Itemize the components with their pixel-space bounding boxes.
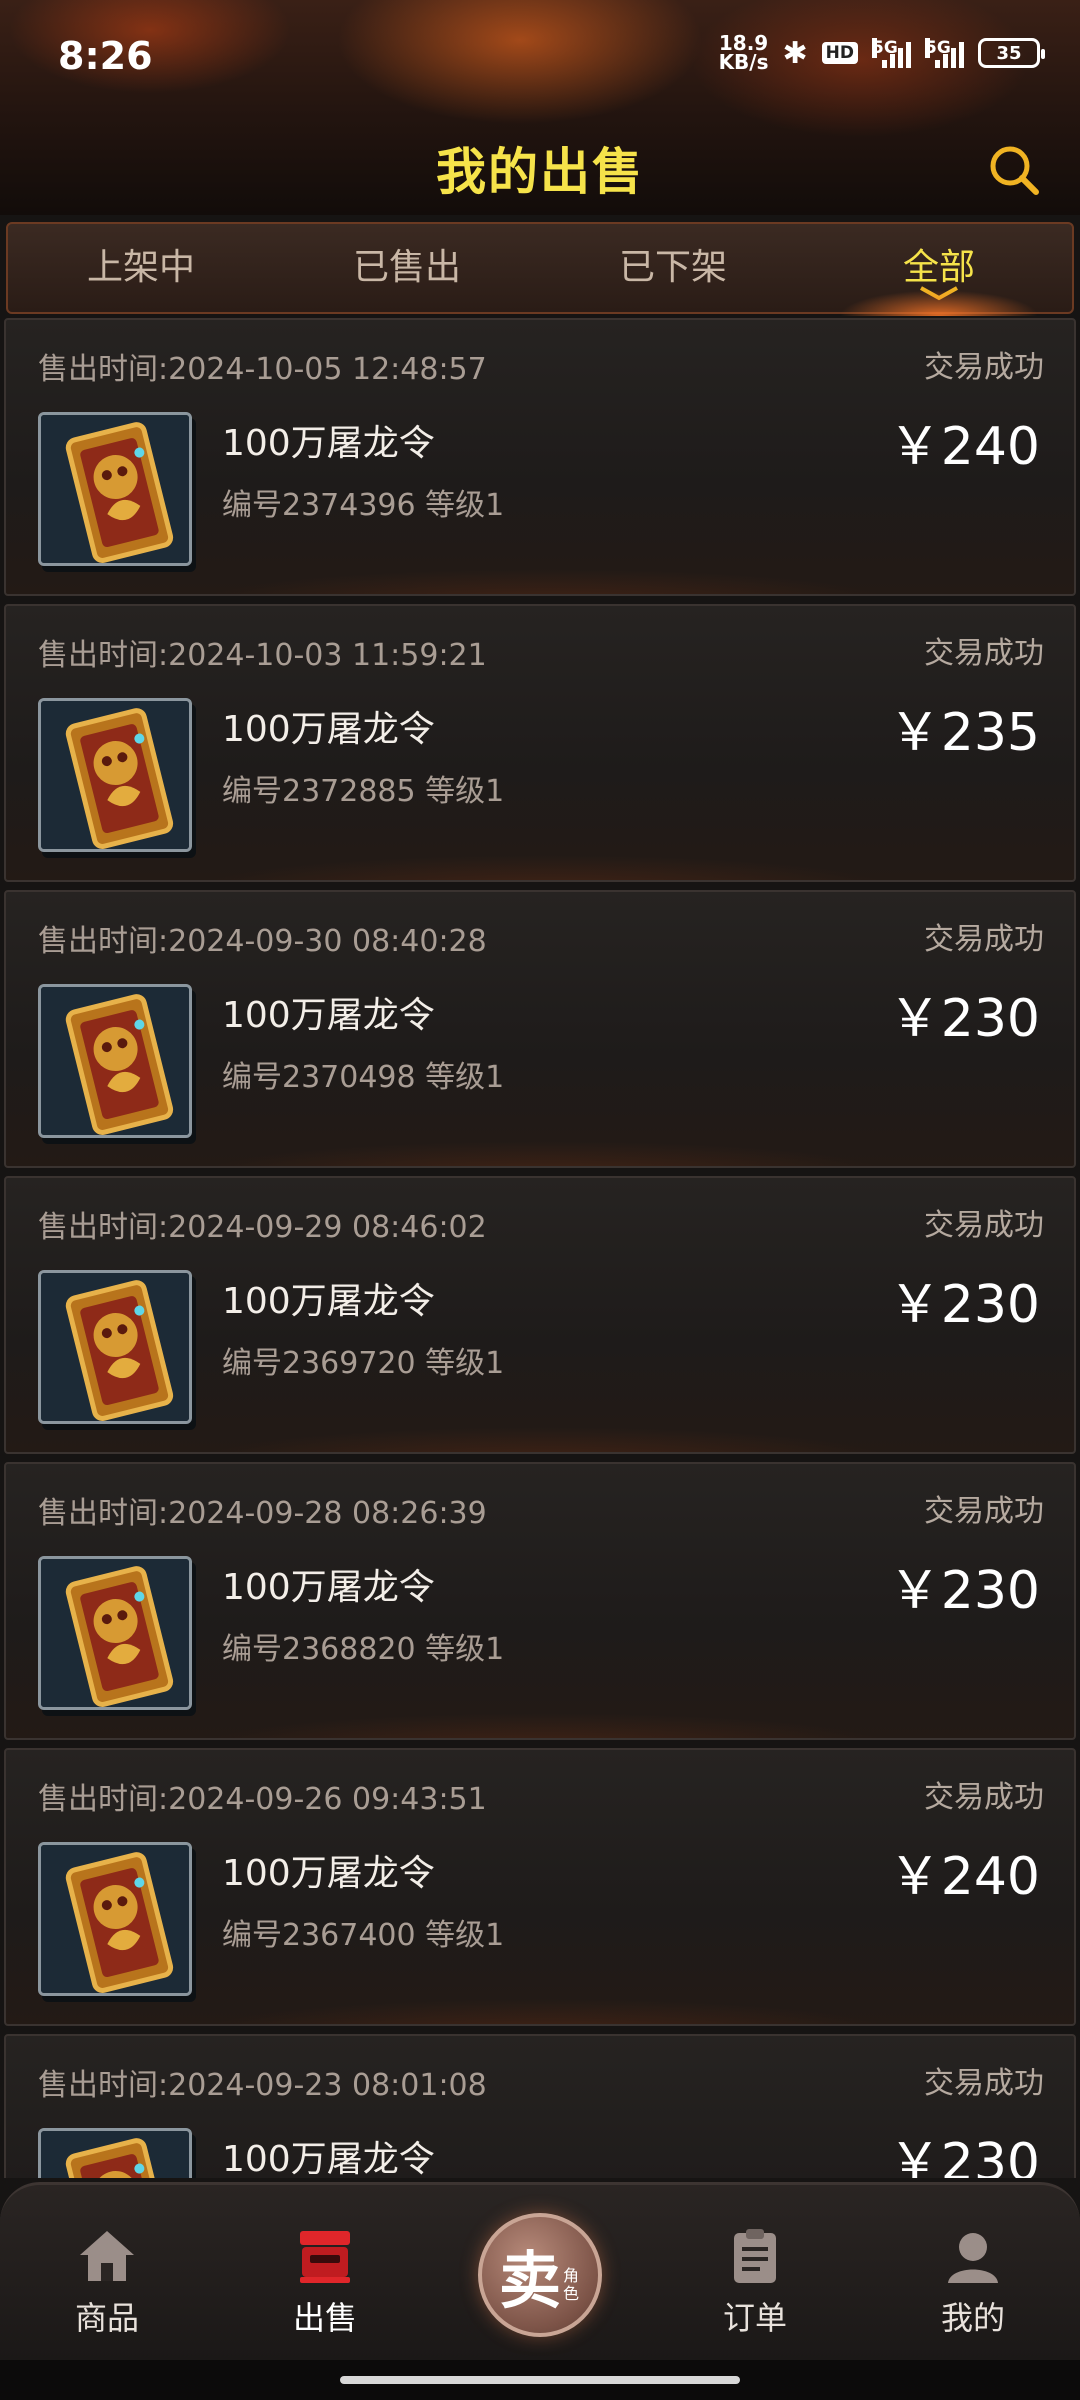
order-card[interactable]: 售出时间:2024-09-28 08:26:39 交易成功 100万屠龙令编号236…	[4, 1462, 1076, 1740]
status-badge: 交易成功	[924, 350, 1044, 385]
sold-time: 售出时间:2024-10-03 11:59:21	[38, 638, 487, 673]
bluetooth-icon: ✱	[782, 35, 808, 71]
item-meta: 编号2368820 等级1	[222, 1632, 505, 1667]
status-time: 8:26	[58, 34, 153, 78]
nav-sell[interactable]: 出售	[250, 2225, 400, 2339]
item-price: ￥230	[888, 2133, 1040, 2178]
status-badge: 交易成功	[924, 1494, 1044, 1529]
status-icons: 18.9 KB/s ✱ HD 5G 5G 35	[718, 31, 1045, 74]
item-name: 100万屠龙令	[222, 423, 435, 464]
nav-orders[interactable]: 订单	[680, 2225, 830, 2339]
home-indicator[interactable]	[340, 2376, 740, 2384]
order-card[interactable]: 售出时间:2024-09-29 08:46:02 交易成功 100万屠龙令编号236…	[4, 1176, 1076, 1454]
page-title: 我的出售	[436, 143, 644, 201]
sold-time: 售出时间:2024-09-28 08:26:39	[38, 1496, 487, 1531]
sold-time: 售出时间:2024-09-23 08:01:08	[38, 2068, 487, 2103]
item-meta: 编号2367400 等级1	[222, 1918, 505, 1953]
tab-sold[interactable]: 已售出	[274, 222, 540, 314]
item-name: 100万屠龙令	[222, 2139, 435, 2178]
bottom-nav: 商品 出售 卖 角色 订单 我的	[0, 2182, 1080, 2360]
search-icon[interactable]	[984, 140, 1044, 200]
tab-delisted[interactable]: 已下架	[540, 222, 806, 314]
my-sales-screen: 8:26 18.9 KB/s ✱ HD 5G 5G 35 我的出售 上架中 已售…	[0, 0, 1080, 2400]
sold-time: 售出时间:2024-09-30 08:40:28	[38, 924, 487, 959]
dragon-token-icon	[38, 1556, 192, 1710]
tab-listed[interactable]: 上架中	[8, 222, 274, 314]
item-name: 100万屠龙令	[222, 709, 435, 750]
home-icon	[80, 2231, 134, 2281]
item-price: ￥240	[888, 417, 1040, 477]
sell-role-button[interactable]: 卖 角色	[478, 2213, 602, 2337]
item-meta: 编号2369720 等级1	[222, 1346, 505, 1381]
item-name: 100万屠龙令	[222, 1281, 435, 1322]
item-price: ￥230	[888, 1561, 1040, 1621]
user-icon	[948, 2233, 998, 2283]
item-meta: 编号2372885 等级1	[222, 774, 505, 809]
item-name: 100万屠龙令	[222, 1853, 435, 1894]
active-tab-glow	[839, 290, 1039, 316]
shop-icon	[300, 2231, 350, 2283]
order-card[interactable]: 售出时间:2024-09-23 08:01:08 交易成功 100万屠龙令 ￥230	[4, 2034, 1076, 2178]
sold-time: 售出时间:2024-09-26 09:43:51	[38, 1782, 487, 1817]
dragon-token-icon	[38, 698, 192, 852]
battery-icon: 35	[978, 38, 1045, 68]
signal-icon: 5G	[872, 38, 911, 68]
dragon-token-icon	[38, 1270, 192, 1424]
nav-home[interactable]: 商品	[32, 2225, 182, 2339]
item-meta: 编号2370498 等级1	[222, 1060, 505, 1095]
order-card[interactable]: 售出时间:2024-10-03 11:59:21 交易成功 100万屠龙令编号237…	[4, 604, 1076, 882]
item-price: ￥240	[888, 1847, 1040, 1907]
nav-mine[interactable]: 我的	[898, 2225, 1048, 2339]
clipboard-icon	[734, 2229, 776, 2283]
status-badge: 交易成功	[924, 636, 1044, 671]
status-badge: 交易成功	[924, 922, 1044, 957]
status-badge: 交易成功	[924, 1208, 1044, 1243]
dragon-token-icon	[38, 2128, 192, 2178]
dragon-token-icon	[38, 412, 192, 566]
hd-voice-icon: HD	[821, 42, 858, 64]
item-meta: 编号2374396 等级1	[222, 488, 505, 523]
order-card[interactable]: 售出时间:2024-09-26 09:43:51 交易成功 100万屠龙令编号236…	[4, 1748, 1076, 2026]
item-name: 100万屠龙令	[222, 1567, 435, 1608]
order-card[interactable]: 售出时间:2024-09-30 08:40:28 交易成功 100万屠龙令编号237…	[4, 890, 1076, 1168]
status-badge: 交易成功	[924, 2066, 1044, 2101]
signal-icon-2: 5G	[925, 38, 964, 68]
sold-time: 售出时间:2024-10-05 12:48:57	[38, 352, 487, 387]
item-name: 100万屠龙令	[222, 995, 435, 1036]
item-price: ￥230	[888, 989, 1040, 1049]
sold-time: 售出时间:2024-09-29 08:46:02	[38, 1210, 487, 1245]
order-card[interactable]: 售出时间:2024-10-05 12:48:57 交易成功 100万屠龙令编号237…	[4, 318, 1076, 596]
item-price: ￥235	[888, 703, 1040, 763]
tab-all[interactable]: 全部	[806, 222, 1072, 316]
item-price: ￥230	[888, 1275, 1040, 1335]
status-badge: 交易成功	[924, 1780, 1044, 1815]
net-speed: 18.9 KB/s	[718, 31, 769, 74]
dragon-token-icon	[38, 1842, 192, 1996]
header: 8:26 18.9 KB/s ✱ HD 5G 5G 35 我的出售	[0, 0, 1080, 215]
status-tabs: 上架中 已售出 已下架 全部	[6, 222, 1074, 316]
sales-list: 售出时间:2024-10-05 12:48:57 交易成功 100万屠龙令 编号237…	[0, 318, 1080, 2178]
dragon-token-icon	[38, 984, 192, 1138]
